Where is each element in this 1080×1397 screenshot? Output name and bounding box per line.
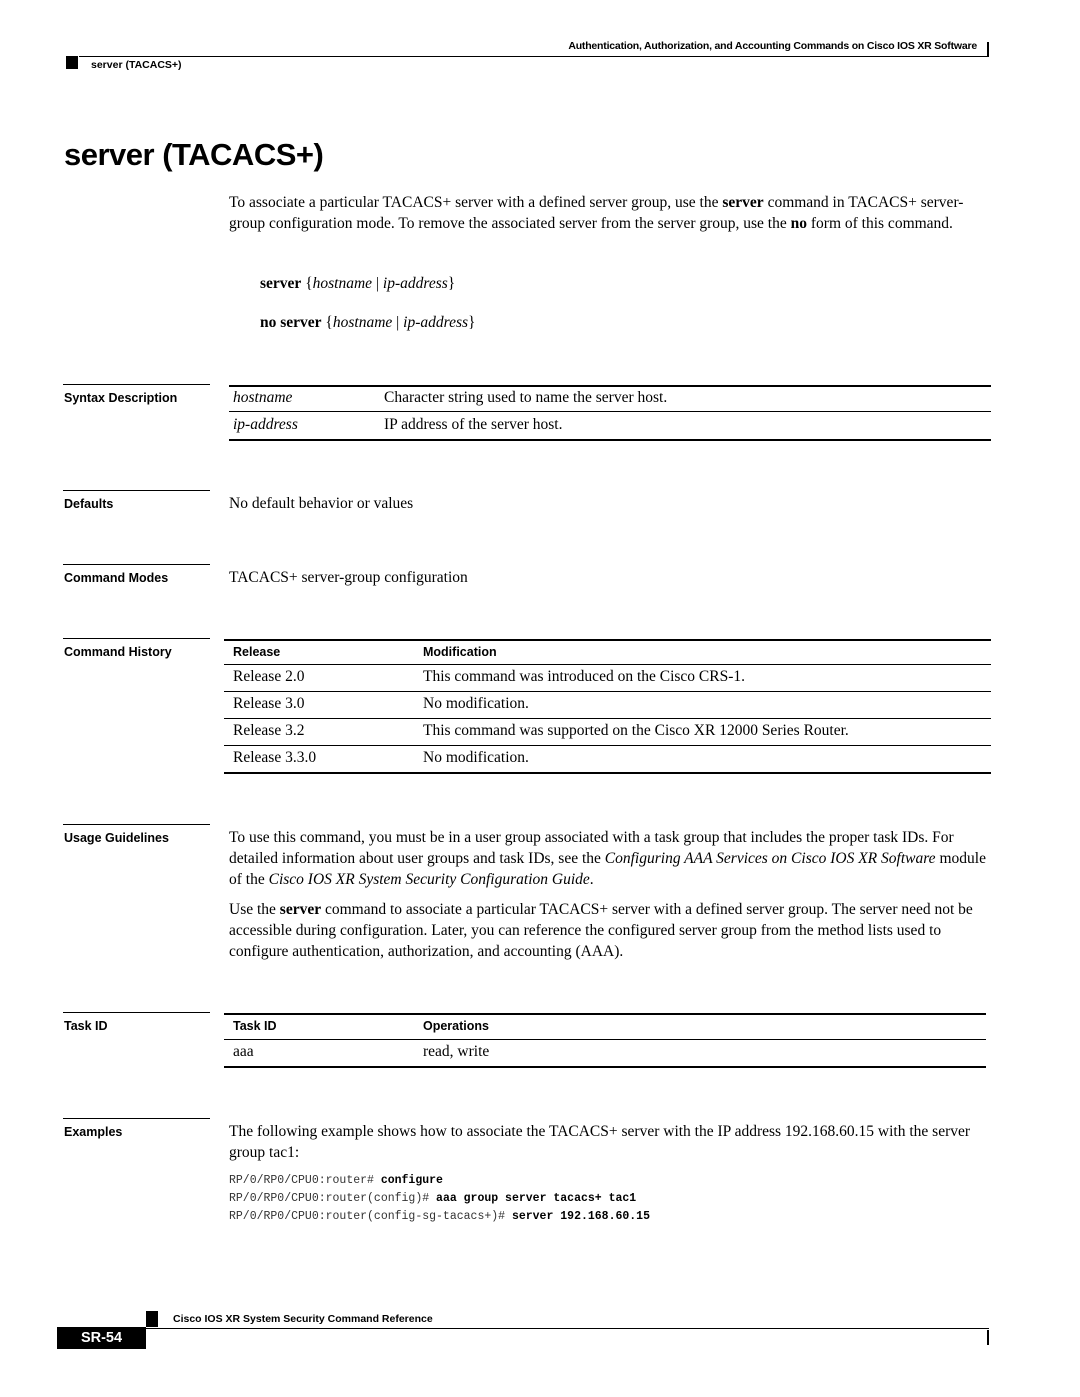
section-rule bbox=[63, 638, 210, 639]
page-number: SR-54 bbox=[57, 1327, 146, 1349]
history-release: Release 3.0 bbox=[233, 695, 305, 712]
table-row-rule bbox=[224, 664, 991, 665]
column-header-release: Release bbox=[233, 645, 281, 659]
syntax-desc: IP address of the server host. bbox=[384, 416, 563, 433]
section-rule bbox=[63, 490, 210, 491]
section-rule bbox=[63, 1118, 210, 1119]
running-head: server (TACACS+) bbox=[91, 59, 182, 71]
code-line: RP/0/RP0/CPU0:router(config-sg-tacacs+)#… bbox=[229, 1210, 650, 1223]
syntax-brace: } bbox=[447, 275, 456, 292]
history-release: Release 3.2 bbox=[233, 722, 305, 739]
table-row-rule bbox=[224, 718, 991, 719]
section-rule bbox=[63, 824, 210, 825]
table-top-rule bbox=[229, 385, 991, 387]
usage-text: . bbox=[589, 871, 594, 888]
section-label-examples: Examples bbox=[64, 1125, 123, 1139]
table-row-rule bbox=[224, 745, 991, 746]
examples-intro: The following example shows how to assoc… bbox=[229, 1123, 971, 1161]
section-rule bbox=[63, 384, 210, 385]
column-header-modification: Modification bbox=[423, 645, 497, 659]
table-bottom-rule bbox=[224, 772, 991, 774]
section-label-usage-guidelines: Usage Guidelines bbox=[64, 831, 169, 845]
chapter-title: Authentication, Authorization, and Accou… bbox=[568, 40, 977, 52]
syntax-term: ip-address bbox=[233, 416, 298, 433]
usage-doc-reference: Cisco IOS XR System Security Configurati… bbox=[268, 871, 590, 888]
cli-prompt: RP/0/RP0/CPU0:router(config)# bbox=[229, 1192, 437, 1205]
table-row-rule bbox=[229, 411, 991, 412]
table-top-rule bbox=[224, 639, 991, 641]
cli-prompt: RP/0/RP0/CPU0:router# bbox=[229, 1174, 381, 1187]
header-block-marker bbox=[66, 56, 78, 69]
usage-text: command to associate a particular TACACS… bbox=[229, 901, 973, 960]
syntax-keyword: server bbox=[260, 275, 302, 292]
syntax-line: server {hostname | ip-address} bbox=[260, 275, 455, 293]
column-header-task-id: Task ID bbox=[233, 1019, 277, 1033]
table-bottom-rule bbox=[224, 1066, 986, 1068]
section-label-command-modes: Command Modes bbox=[64, 571, 169, 585]
footer-rule bbox=[146, 1328, 989, 1329]
book-title: Cisco IOS XR System Security Command Ref… bbox=[173, 1313, 433, 1325]
table-row-rule bbox=[224, 691, 991, 692]
header-tick-mark bbox=[987, 42, 989, 57]
syntax-keyword: no server bbox=[260, 314, 322, 331]
intro-keyword: no bbox=[790, 215, 807, 232]
cli-command: server 192.168.60.15 bbox=[511, 1210, 650, 1223]
syntax-brace: } bbox=[468, 314, 476, 331]
syntax-brace: { bbox=[321, 314, 333, 331]
section-rule bbox=[63, 564, 210, 565]
syntax-arg: hostname bbox=[332, 314, 393, 331]
syntax-arg: ip-address bbox=[382, 275, 448, 292]
history-modification: This command was supported on the Cisco … bbox=[423, 722, 849, 739]
syntax-separator: | bbox=[392, 314, 404, 331]
table-top-rule bbox=[224, 1013, 986, 1015]
syntax-desc: Character string used to name the server… bbox=[384, 389, 668, 406]
cli-prompt: RP/0/RP0/CPU0:router(config-sg-tacacs+)# bbox=[229, 1210, 512, 1223]
syntax-arg: hostname bbox=[312, 275, 373, 292]
history-release: Release 2.0 bbox=[233, 668, 305, 685]
section-label-command-history: Command History bbox=[64, 645, 172, 659]
code-line: RP/0/RP0/CPU0:router(config)# aaa group … bbox=[229, 1192, 636, 1205]
section-rule bbox=[63, 1012, 210, 1013]
syntax-separator: | bbox=[372, 275, 383, 292]
syntax-brace: { bbox=[301, 275, 313, 292]
cli-command: aaa group server tacacs+ tac1 bbox=[436, 1192, 637, 1205]
syntax-arg: ip-address bbox=[403, 314, 469, 331]
table-bottom-rule bbox=[229, 439, 991, 441]
table-row-rule bbox=[224, 1039, 986, 1040]
intro-paragraph: To associate a particular TACACS+ server… bbox=[229, 192, 991, 234]
column-header-operations: Operations bbox=[423, 1019, 489, 1033]
code-line: RP/0/RP0/CPU0:router# configure bbox=[229, 1174, 443, 1187]
task-id-value: aaa bbox=[233, 1043, 254, 1060]
usage-paragraph-2: Use the server command to associate a pa… bbox=[229, 899, 991, 962]
defaults-text: No default behavior or values bbox=[229, 495, 414, 512]
task-operations-value: read, write bbox=[423, 1043, 490, 1060]
history-release: Release 3.3.0 bbox=[233, 749, 317, 766]
usage-paragraph-1: To use this command, you must be in a us… bbox=[229, 827, 991, 890]
intro-text: form of this command. bbox=[807, 215, 953, 232]
syntax-term: hostname bbox=[233, 389, 293, 406]
intro-keyword: server bbox=[722, 194, 764, 211]
header-rule bbox=[79, 56, 989, 57]
page-title: server (TACACS+) bbox=[64, 137, 324, 172]
usage-doc-reference: Configuring AAA Services on Cisco IOS XR… bbox=[604, 850, 936, 867]
history-modification: No modification. bbox=[423, 695, 529, 712]
usage-keyword: server bbox=[279, 901, 322, 918]
history-modification: This command was introduced on the Cisco… bbox=[423, 668, 746, 685]
cli-command: configure bbox=[380, 1174, 443, 1187]
usage-text: Use the bbox=[229, 901, 280, 918]
syntax-line: no server {hostname | ip-address} bbox=[260, 314, 475, 332]
history-modification: No modification. bbox=[423, 749, 529, 766]
intro-text: To associate a particular TACACS+ server… bbox=[229, 194, 723, 211]
command-modes-text: TACACS+ server-group configuration bbox=[229, 569, 468, 586]
footer-block-marker bbox=[146, 1311, 158, 1327]
section-label-syntax-description: Syntax Description bbox=[64, 391, 178, 405]
section-label-task-id: Task ID bbox=[64, 1019, 108, 1033]
footer-tick-mark bbox=[987, 1330, 989, 1345]
section-label-defaults: Defaults bbox=[64, 497, 114, 511]
